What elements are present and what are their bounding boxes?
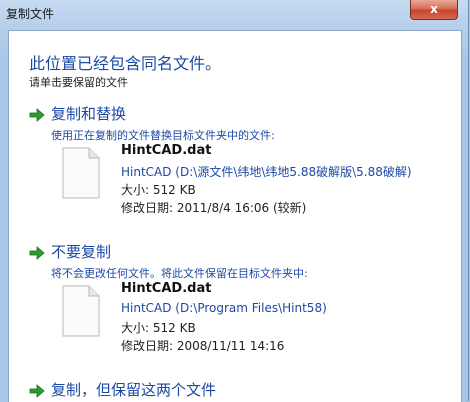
option-title: 复制，但保留这两个文件 (51, 381, 217, 399)
option-title: 不要复制 (51, 243, 112, 261)
close-button[interactable]: x (410, 0, 458, 20)
file-modified-date: 修改日期: 2008/11/11 14:16 (121, 339, 285, 353)
option-dont-copy[interactable]: 不要复制 将不会更改任何文件。将此文件保留在目标文件夹中: HintCAD.da… (29, 241, 449, 353)
file-size: 大小: 512 KB (121, 183, 196, 197)
option-copy-keep-both[interactable]: 复制，但保留这两个文件 (29, 379, 449, 402)
green-arrow-icon (29, 246, 45, 260)
green-arrow-icon (29, 108, 45, 122)
option-copy-and-replace[interactable]: 复制和替换 使用正在复制的文件替换目标文件夹中的文件: HintCAD.dat … (29, 103, 449, 215)
window-title: 复制文件 (6, 7, 55, 21)
option-description: 将不会更改任何文件。将此文件保留在目标文件夹中: (51, 267, 308, 280)
copy-file-dialog: 复制文件 x 此位置已经包含同名文件。 请单击要保留的文件 复制和替换 使用正在… (0, 0, 469, 402)
file-name: HintCAD.dat (121, 281, 212, 296)
file-path: HintCAD (D:\源文件\纬地\纬地5.88破解版\5.88破解) (121, 165, 412, 179)
option-title: 复制和替换 (51, 105, 127, 123)
conflict-headline: 此位置已经包含同名文件。 (29, 54, 222, 73)
file-size: 大小: 512 KB (121, 321, 196, 335)
file-icon (62, 147, 100, 199)
green-arrow-icon (29, 384, 45, 398)
dialog-content: 此位置已经包含同名文件。 请单击要保留的文件 复制和替换 使用正在复制的文件替换… (8, 30, 462, 402)
file-icon (62, 285, 100, 337)
option-description: 使用正在复制的文件替换目标文件夹中的文件: (51, 129, 275, 142)
file-modified-date: 修改日期: 2011/8/4 16:06 (较新) (121, 201, 307, 215)
file-path: HintCAD (D:\Program Files\Hint58) (121, 301, 327, 315)
file-name: HintCAD.dat (121, 143, 212, 158)
instruction-text: 请单击要保留的文件 (29, 76, 128, 89)
